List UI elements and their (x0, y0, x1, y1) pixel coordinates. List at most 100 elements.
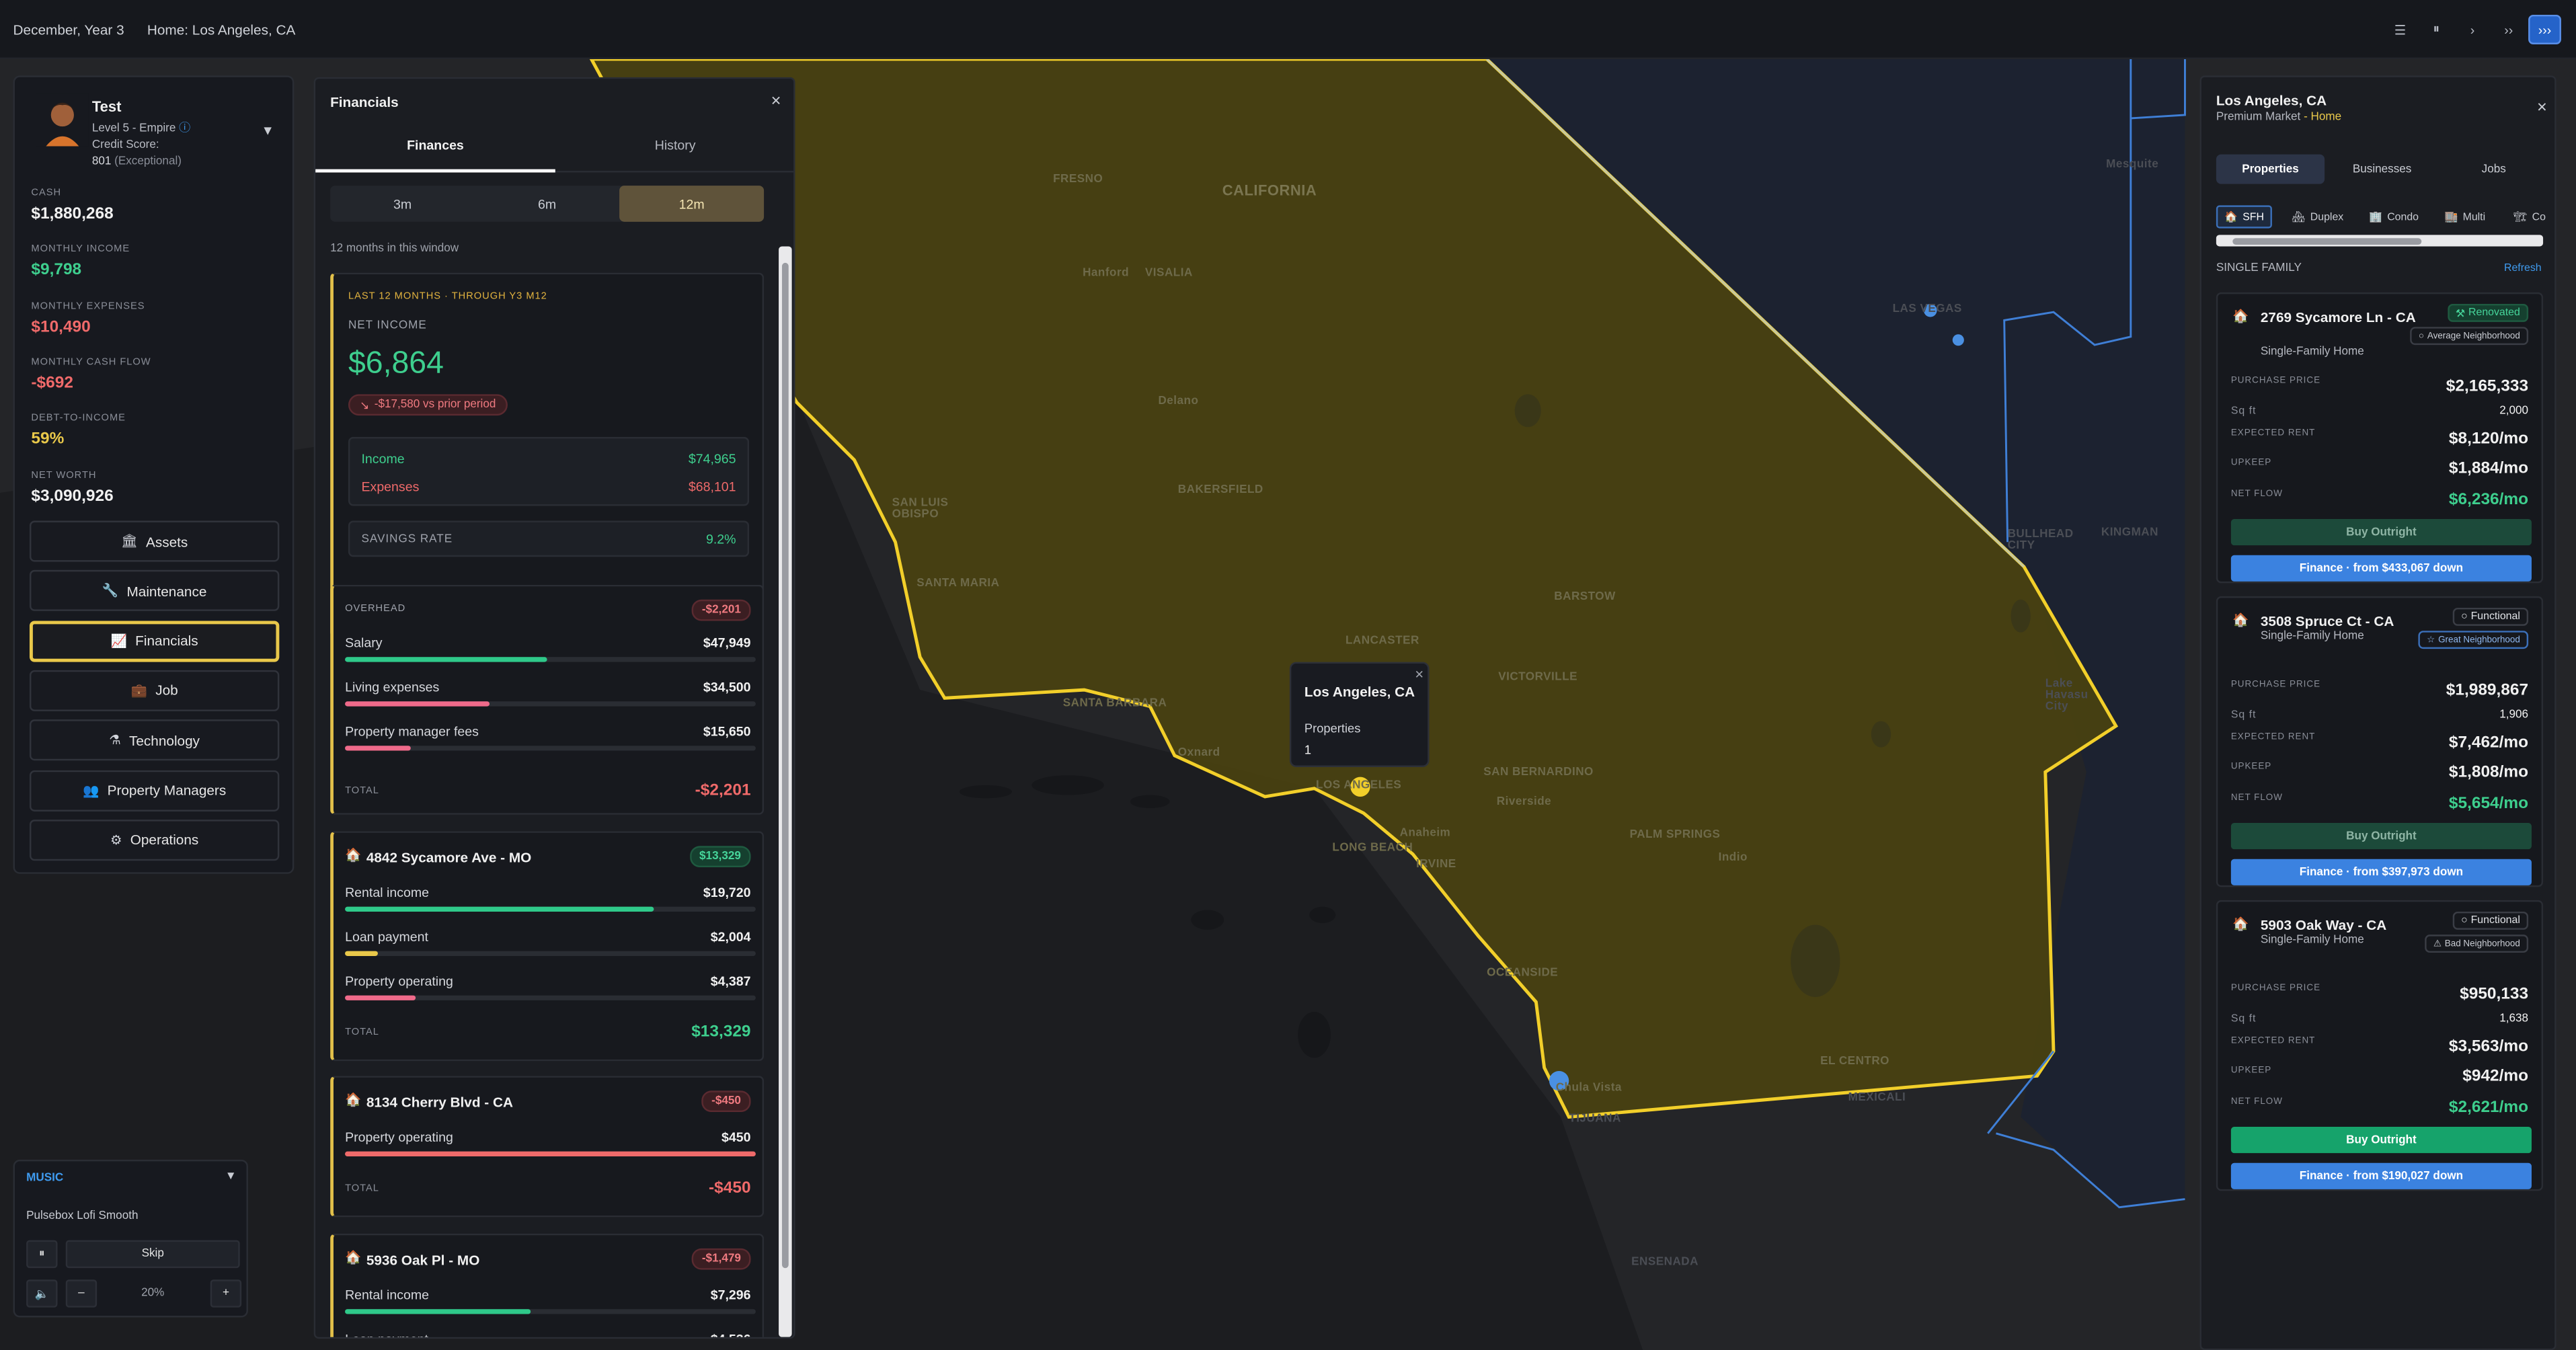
listing-field-value: $8,120/mo (2448, 430, 2529, 448)
total-label: TOTAL (345, 1184, 379, 1195)
row-value: $2,004 (710, 929, 751, 945)
type-multi[interactable]: 🏬 Multi (2438, 205, 2492, 228)
nav-label: Financials (135, 632, 198, 649)
music-collapse-icon[interactable]: ▼ (225, 1171, 237, 1183)
tab-history[interactable]: History (555, 138, 793, 153)
progress-bar (345, 746, 756, 751)
type-sfh[interactable]: 🏠 SFH (2216, 205, 2273, 229)
type-scrollbar-thumb[interactable] (2232, 237, 2422, 244)
property-net-badge: $13,329 (689, 846, 751, 868)
buy-outright-button[interactable]: Buy Outright (2230, 1127, 2532, 1154)
type-condo[interactable]: 🏢 Condo (2362, 205, 2425, 228)
city-popup: ✕ Los Angeles, CA Properties 1 (1289, 662, 1430, 767)
skip-button[interactable]: Skip (65, 1240, 240, 1269)
building-icon: 🏗 (2513, 212, 2528, 224)
listing-field-label: Sq ft (2230, 1013, 2257, 1025)
multi-icon: 🏬 (2444, 212, 2458, 224)
property-net-badge: -$1,479 (692, 1248, 751, 1270)
nav-property-managers-button[interactable]: 👥 Property Managers (29, 769, 280, 811)
tab-properties[interactable]: Properties (2216, 154, 2325, 184)
player-level: Level 5 - Empire ⓘ (91, 123, 191, 135)
close-icon[interactable]: ✕ (771, 93, 781, 108)
finance-button[interactable]: Finance · from $433,067 down (2230, 555, 2532, 582)
listing-field-label: PURCHASE PRICE (2230, 984, 2321, 994)
nav-financials-button[interactable]: 📈 Financials (29, 620, 280, 662)
row-value: $450 (721, 1129, 751, 1145)
buy-outright-button[interactable]: Buy Outright (2230, 823, 2532, 850)
total-value: $13,329 (691, 1023, 751, 1041)
info-icon: ⓘ (179, 123, 191, 135)
circle-icon: ○ (2461, 914, 2468, 926)
range-6m[interactable]: 6m (475, 186, 619, 222)
refresh-link[interactable]: Refresh (2504, 263, 2542, 274)
income-expense-box: Income $74,965 Expenses $68,101 (348, 436, 750, 506)
stat-value: $3,090,926 (31, 487, 114, 506)
listing-field-label: UPKEEP (2230, 458, 2272, 469)
volume-icon[interactable]: 🔈 (26, 1279, 58, 1308)
map-label: FRESNO (1053, 173, 1103, 186)
nav-assets-button[interactable]: 🏛 Assets (29, 520, 280, 562)
menu-icon[interactable]: ☰ (2384, 15, 2417, 44)
volume-down-button[interactable]: – (65, 1279, 97, 1308)
range-12m[interactable]: 12m (619, 186, 765, 222)
progress-fill (345, 746, 411, 751)
row-label: Property operating (345, 974, 453, 989)
popup-close-icon[interactable]: ✕ (1415, 668, 1424, 682)
nav-job-button[interactable]: 💼 Job (29, 670, 280, 711)
row-value: $7,296 (710, 1287, 751, 1303)
range-selector: 3m 6m 12m (330, 186, 765, 222)
progress-bar (345, 1151, 756, 1157)
stat-value: -$692 (31, 374, 73, 393)
type-scrollbar[interactable] (2216, 235, 2544, 247)
tab-jobs[interactable]: Jobs (2440, 155, 2548, 184)
nav-maintenance-button[interactable]: 🔧 Maintenance (29, 570, 280, 612)
progress-fill (345, 1309, 530, 1314)
nav-label: Operations (130, 831, 199, 848)
stat-value: 59% (31, 430, 65, 449)
active-tab-indicator (315, 169, 555, 173)
row-label: Property operating (345, 1129, 453, 1145)
speed-3-button[interactable]: ››› (2528, 14, 2561, 44)
nav-label: Job (155, 682, 178, 699)
nav-technology-button[interactable]: ⚗ Technology (29, 719, 280, 761)
map-label: SAN BERNARDINO (1483, 766, 1594, 779)
buy-outright-button[interactable]: Buy Outright (2230, 519, 2532, 546)
finance-button[interactable]: Finance · from $397,973 down (2230, 859, 2532, 885)
finance-button[interactable]: Finance · from $190,027 down (2230, 1162, 2532, 1189)
property-card: 🏠 4842 Sycamore Ave - MO $13,329 Rental inc… (330, 831, 765, 1062)
scrollbar-thumb[interactable] (781, 262, 789, 1269)
market-panel: Los Angeles, CA Premium Market - Home ✕ … (2199, 75, 2557, 1350)
music-player: MUSIC ▼ Pulsebox Lofi Smooth ⏸ Skip 🔈 – … (13, 1159, 248, 1318)
pause-button[interactable]: ⏸ (2420, 15, 2453, 44)
speed-1-button[interactable]: › (2456, 15, 2489, 44)
collapse-chevron-icon[interactable]: ▼ (261, 123, 274, 138)
stat-label: MONTHLY EXPENSES (31, 301, 145, 312)
map-label: IRVINE (1416, 859, 1456, 871)
music-pause-button[interactable]: ⏸ (26, 1240, 58, 1269)
row-label: Loan payment (345, 1332, 428, 1337)
property-net-badge: -$450 (701, 1090, 751, 1113)
range-3m[interactable]: 3m (330, 186, 475, 222)
nav-operations-button[interactable]: ⚙ Operations (29, 819, 280, 861)
scrollbar[interactable] (779, 246, 792, 1337)
map-label: TIJUANA (1569, 1113, 1621, 1125)
type-duplex[interactable]: 🏘 Duplex (2285, 205, 2350, 228)
progress-fill (345, 1151, 756, 1157)
popup-value: 1 (1304, 742, 1312, 758)
listing-field-label: NET FLOW (2230, 489, 2283, 500)
condo-icon: 🏢 (2369, 212, 2382, 224)
type-commercial[interactable]: 🏗 Co (2507, 205, 2552, 228)
tab-businesses[interactable]: Businesses (2328, 155, 2436, 184)
row-value: $19,720 (703, 885, 751, 900)
property-name: 8134 Cherry Blvd - CA (366, 1094, 514, 1111)
map-label: Delano (1158, 395, 1199, 407)
expenses-label: Expenses (361, 479, 420, 495)
stat-value: $10,490 (31, 317, 91, 336)
total-value: -$450 (709, 1179, 751, 1198)
row-value: $15,650 (703, 724, 751, 740)
tab-finances[interactable]: Finances (315, 138, 555, 153)
volume-up-button[interactable]: + (210, 1279, 242, 1308)
map-label: VISALIA (1144, 268, 1193, 280)
speed-2-button[interactable]: ›› (2492, 15, 2525, 44)
close-icon[interactable]: ✕ (2536, 100, 2547, 115)
